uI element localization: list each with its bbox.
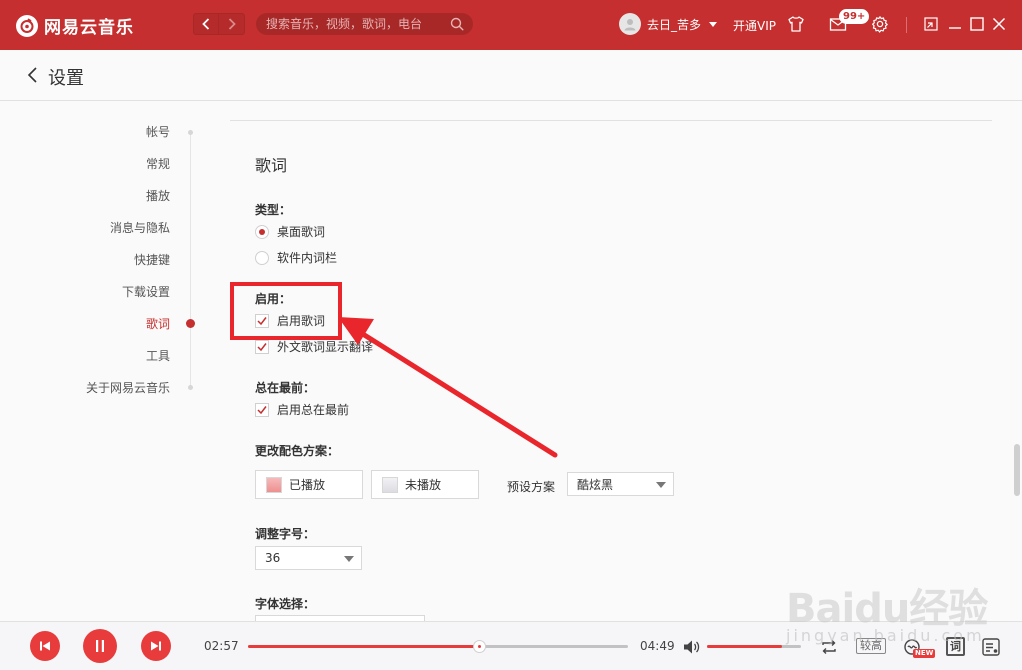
unplayed-color-label: 未播放 [405, 478, 442, 492]
font-size-select[interactable]: 36 [255, 546, 362, 570]
sidebar-item-shortcuts[interactable]: 快捷键 [134, 251, 170, 268]
mini-mode-icon[interactable] [922, 15, 940, 33]
checkmark-icon [257, 405, 267, 414]
preset-value: 酷炫黑 [577, 477, 614, 492]
unplayed-color-button[interactable]: 未播放 [371, 470, 479, 499]
dropdown-caret-icon [344, 556, 354, 562]
progress-fill [248, 645, 480, 648]
checkbox[interactable] [255, 402, 269, 417]
sidebar-item-downloads[interactable]: 下载设置 [122, 283, 170, 300]
gear-icon[interactable] [871, 15, 889, 33]
vip-link[interactable]: 开通VIP [733, 17, 776, 34]
quality-badge[interactable]: 较高 [856, 638, 886, 654]
user-icon [624, 19, 636, 31]
checkmark-icon [257, 342, 267, 351]
sidebar-dot [188, 385, 193, 390]
always-on-top-label: 总在最前： [255, 381, 316, 395]
next-icon [151, 641, 161, 651]
back-button[interactable] [193, 13, 219, 35]
tshirt-icon[interactable] [787, 15, 805, 33]
font-size-label: 调整字号： [255, 527, 316, 541]
sidebar-item-about[interactable]: 关于网易云音乐 [86, 379, 170, 396]
titlebar-divider [906, 17, 907, 33]
player-bar: 02:57 04:49 较高 NEW 词 [0, 621, 1022, 670]
sidebar-dot [188, 130, 193, 135]
pause-icon [96, 640, 104, 652]
volume-slider[interactable] [707, 645, 801, 648]
checkbox[interactable] [255, 339, 269, 354]
message-count-badge: 99+ [839, 9, 870, 24]
font-size-value: 36 [265, 551, 281, 565]
lyrics-button[interactable]: 词 [946, 637, 965, 656]
user-menu[interactable]: 去日_苦多 [619, 13, 718, 35]
current-time: 02:57 [204, 639, 239, 653]
preset-label: 预设方案 [507, 480, 556, 494]
sidebar-track [190, 131, 191, 387]
preset-select[interactable]: 酷炫黑 [567, 472, 674, 496]
caret-down-icon[interactable] [709, 21, 718, 27]
dropdown-caret-icon [656, 482, 666, 488]
username[interactable]: 去日_苦多 [647, 16, 701, 33]
settings-sidebar: 帐号 常规 播放 消息与隐私 快捷键 下载设置 歌词 工具 关于网易云音乐 [0, 101, 230, 621]
title-bar: 网易云音乐 去日_苦多 开通VIP 99+ [0, 0, 1022, 50]
sidebar-item-lyrics[interactable]: 歌词 [146, 315, 170, 332]
played-color-button[interactable]: 已播放 [255, 470, 363, 499]
settings-header: 设置 [0, 50, 1022, 101]
annotation-highlight-box [230, 282, 342, 340]
chevron-right-icon [228, 18, 236, 30]
forward-button[interactable] [219, 13, 245, 35]
radio-button[interactable] [255, 224, 269, 239]
netease-logo-icon [16, 14, 38, 37]
sidebar-item-general[interactable]: 常规 [146, 155, 170, 172]
sidebar-item-playback[interactable]: 播放 [146, 187, 170, 204]
loop-icon[interactable] [819, 637, 839, 657]
content-scrollbar[interactable] [1012, 101, 1022, 621]
next-button[interactable] [141, 631, 171, 661]
back-arrow-icon[interactable] [26, 66, 40, 84]
font-family-label: 字体选择： [255, 597, 316, 611]
volume-icon[interactable] [683, 639, 701, 655]
sidebar-item-tools[interactable]: 工具 [146, 347, 170, 364]
new-badge: NEW [913, 649, 936, 658]
play-pause-button[interactable] [83, 629, 117, 663]
section-divider [230, 120, 992, 121]
radio-label: 桌面歌词 [277, 225, 326, 239]
close-icon[interactable] [990, 15, 1008, 33]
radio-label: 软件内词栏 [277, 251, 338, 265]
previous-icon [40, 641, 50, 651]
radio-desktop-lyrics[interactable]: 桌面歌词 [255, 223, 325, 240]
avatar[interactable] [619, 13, 641, 35]
search-icon[interactable] [450, 17, 464, 31]
app-brand-name: 网易云音乐 [44, 18, 134, 38]
radio-in-app-lyrics-bar[interactable]: 软件内词栏 [255, 249, 337, 266]
total-time: 04:49 [640, 639, 675, 653]
history-nav [193, 13, 245, 35]
sidebar-dot-active [186, 319, 195, 328]
previous-button[interactable] [30, 631, 60, 661]
app-logo[interactable]: 网易云音乐 [16, 13, 134, 38]
type-label: 类型： [255, 203, 292, 217]
page-title: 设置 [48, 68, 84, 89]
played-color-swatch [266, 476, 282, 493]
minimize-icon[interactable] [946, 15, 964, 33]
maximize-icon[interactable] [968, 15, 986, 33]
color-scheme-label: 更改配色方案： [255, 444, 340, 458]
section-title-lyrics: 歌词 [255, 156, 288, 175]
sidebar-item-account[interactable]: 帐号 [146, 123, 170, 140]
radio-button[interactable] [255, 250, 269, 265]
progress-bar[interactable] [248, 640, 628, 653]
playlist-icon[interactable] [981, 637, 1001, 657]
annotation-arrow-icon [338, 317, 558, 458]
unplayed-color-swatch [382, 476, 398, 493]
chevron-left-icon [202, 18, 210, 30]
played-color-label: 已播放 [289, 478, 326, 492]
scrollbar-thumb[interactable] [1014, 444, 1020, 496]
progress-knob[interactable] [473, 640, 487, 653]
volume-fill [707, 645, 783, 648]
sidebar-item-privacy[interactable]: 消息与隐私 [110, 219, 170, 236]
search-input[interactable] [256, 13, 473, 35]
